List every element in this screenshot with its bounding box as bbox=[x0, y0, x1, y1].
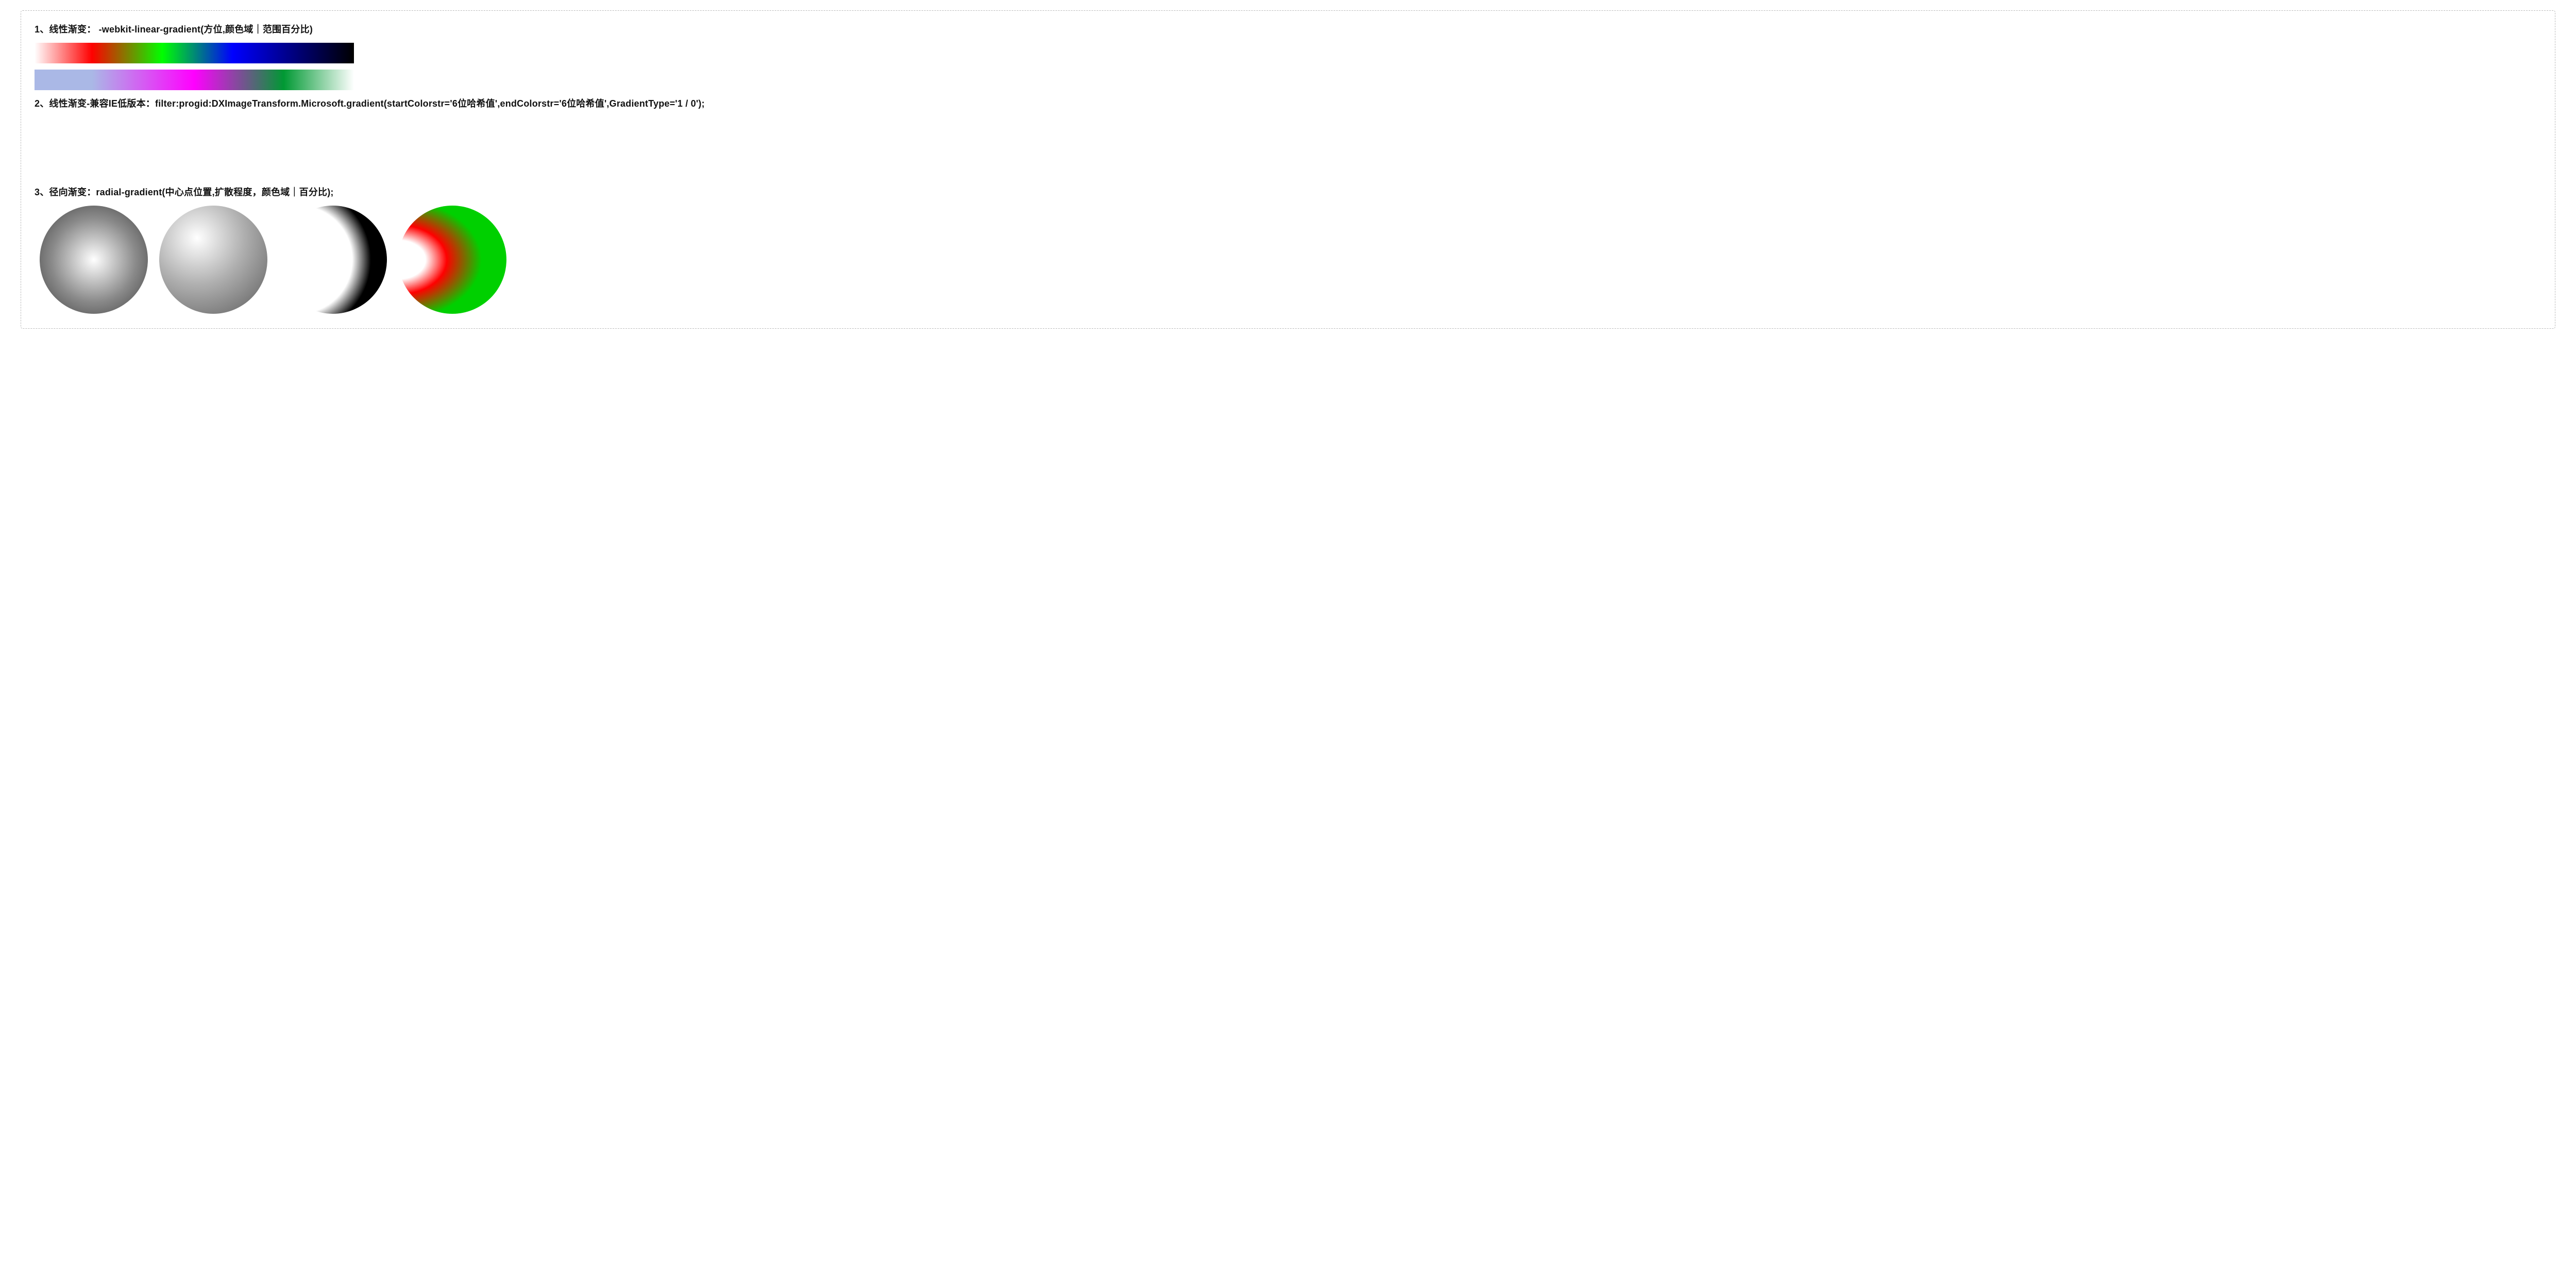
radial-gradient-row bbox=[40, 206, 2541, 314]
radial-gradient-circle-3 bbox=[279, 206, 387, 314]
radial-gradient-circle-1 bbox=[40, 206, 148, 314]
radial-gradient-circle-2 bbox=[159, 206, 267, 314]
section-2-title: 2、线性渐变-兼容IE低版本：filter:progid:DXImageTran… bbox=[35, 96, 2541, 110]
page: 1、线性渐变： -webkit-linear-gradient(方位,颜色域｜范… bbox=[0, 0, 2576, 339]
section-3-title: 3、径向渐变：radial-gradient(中心点位置,扩散程度，颜色域｜百分… bbox=[35, 185, 2541, 198]
spacer bbox=[35, 117, 2541, 174]
radial-gradient-circle-4 bbox=[398, 206, 506, 314]
section-1-title: 1、线性渐变： -webkit-linear-gradient(方位,颜色域｜范… bbox=[35, 22, 2541, 36]
linear-gradient-bar-1 bbox=[35, 43, 354, 63]
linear-gradient-bar-2 bbox=[35, 70, 354, 90]
demo-panel: 1、线性渐变： -webkit-linear-gradient(方位,颜色域｜范… bbox=[21, 10, 2555, 329]
